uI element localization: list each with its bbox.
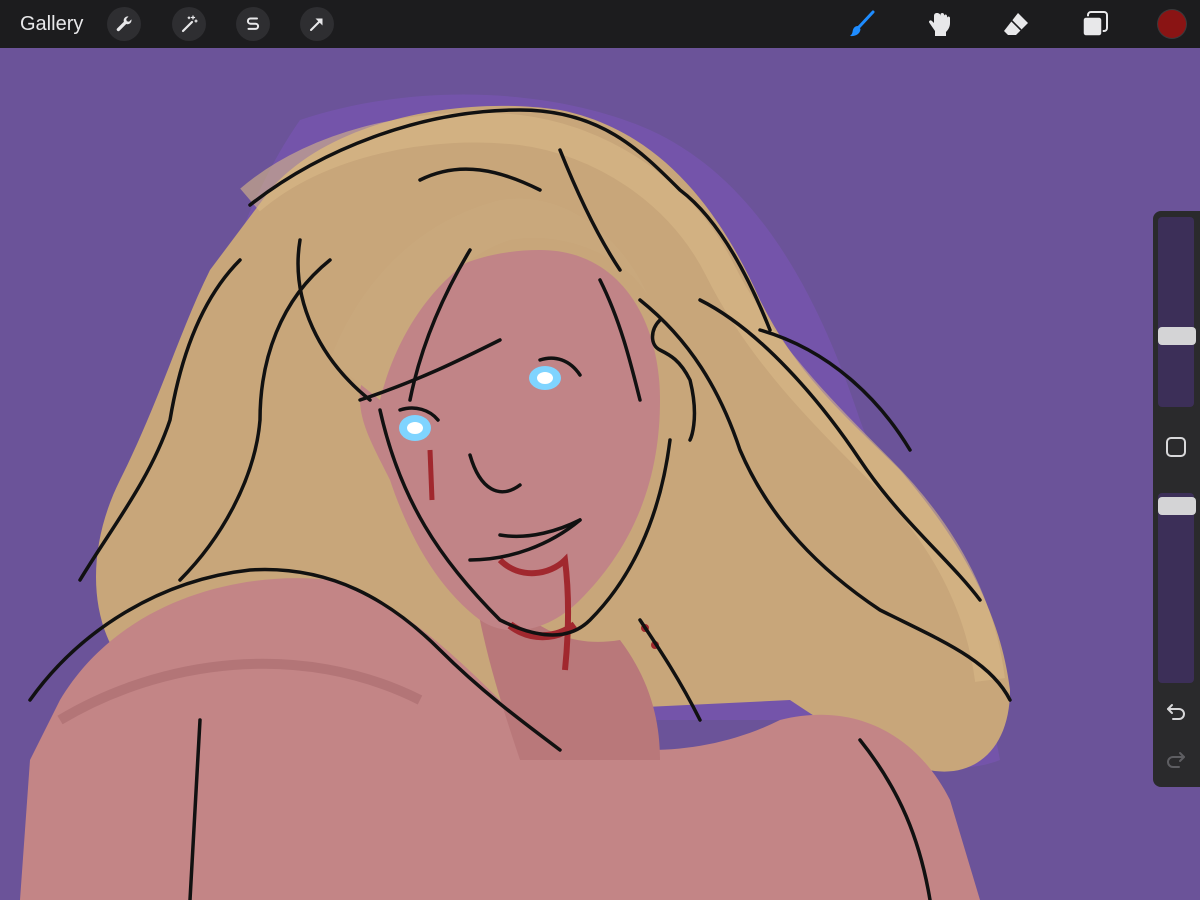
drawing-canvas[interactable] bbox=[0, 48, 1200, 900]
brush-opacity-slider[interactable] bbox=[1158, 493, 1196, 683]
eraser-icon bbox=[1004, 13, 1028, 35]
arrow-cursor-icon bbox=[310, 18, 323, 31]
artwork-illustration bbox=[0, 48, 1200, 900]
brush-opacity-thumb[interactable] bbox=[1158, 497, 1196, 515]
actions-button[interactable] bbox=[107, 7, 141, 41]
selection-s-icon bbox=[246, 17, 260, 30]
transform-button[interactable] bbox=[300, 7, 334, 41]
brush-size-thumb[interactable] bbox=[1158, 327, 1196, 345]
smudge-icon bbox=[929, 13, 950, 36]
smudge-tool-button[interactable] bbox=[923, 8, 955, 40]
brush-sidebar bbox=[1153, 211, 1200, 787]
redo-icon[interactable] bbox=[1164, 747, 1188, 771]
brush-size-slider[interactable] bbox=[1158, 217, 1196, 407]
modify-button[interactable] bbox=[1166, 437, 1186, 457]
wrench-icon bbox=[116, 16, 132, 32]
eraser-tool-button[interactable] bbox=[1000, 8, 1032, 40]
layers-tool-button[interactable] bbox=[1079, 8, 1111, 40]
undo-icon[interactable] bbox=[1164, 699, 1188, 723]
magic-wand-icon bbox=[181, 15, 198, 33]
brush-icon bbox=[850, 10, 875, 37]
selection-button[interactable] bbox=[236, 7, 270, 41]
current-color-swatch[interactable] bbox=[1158, 10, 1186, 38]
adjustments-button[interactable] bbox=[172, 7, 206, 41]
gallery-button[interactable]: Gallery bbox=[20, 12, 83, 36]
layers-icon bbox=[1082, 11, 1108, 37]
top-toolbar: Gallery bbox=[0, 0, 1200, 48]
paint-tool-button[interactable] bbox=[846, 8, 878, 40]
